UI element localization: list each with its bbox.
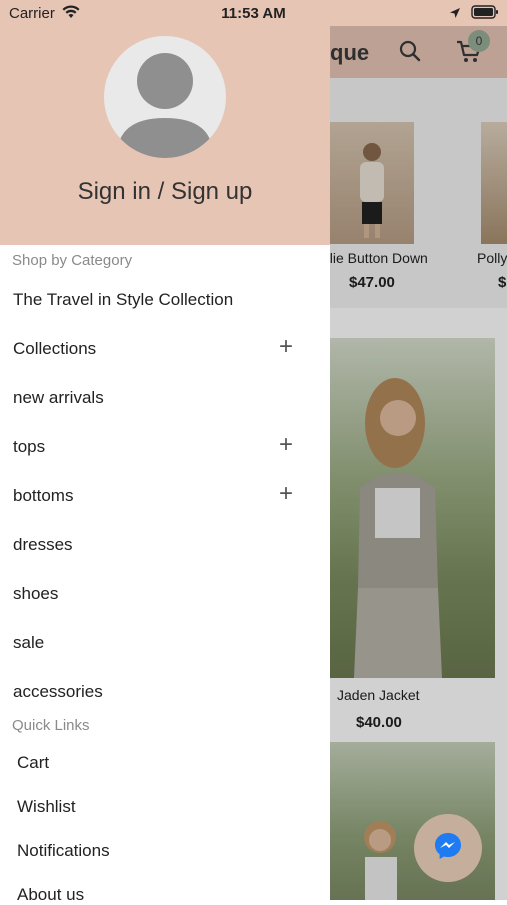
category-dresses[interactable]: dresses [13,535,73,555]
drawer-overlay-scrim[interactable] [330,26,507,900]
messenger-chat-button[interactable] [414,814,482,882]
drawer-header: Sign in / Sign up [0,0,330,245]
quick-link-about-us[interactable]: About us [17,885,84,905]
quick-link-wishlist[interactable]: Wishlist [17,797,76,817]
plus-icon[interactable]: + [279,335,293,359]
plus-icon[interactable]: + [279,433,293,457]
location-arrow-icon [449,6,461,23]
category-new-arrivals[interactable]: new arrivals [13,388,104,408]
quick-link-cart[interactable]: Cart [17,753,49,773]
quick-link-notifications[interactable]: Notifications [17,841,110,861]
battery-icon [471,5,499,23]
status-bar: Carrier 11:53 AM [0,0,507,26]
category-travel-in-style[interactable]: The Travel in Style Collection [13,290,233,310]
category-collections[interactable]: Collections [13,339,96,359]
category-tops[interactable]: tops [13,437,45,457]
category-shoes[interactable]: shoes [13,584,58,604]
messenger-icon [433,831,463,866]
category-accessories[interactable]: accessories [13,682,103,702]
shop-by-category-heading: Shop by Category [12,252,133,269]
quick-links-heading: Quick Links [12,717,90,734]
category-sale[interactable]: sale [13,633,44,653]
navigation-drawer: Sign in / Sign up Shop by Category The T… [0,0,330,904]
sign-in-link[interactable]: Sign in / Sign up [0,178,330,206]
category-bottoms[interactable]: bottoms [13,486,73,506]
plus-icon[interactable]: + [279,482,293,506]
clock: 11:53 AM [221,5,286,22]
user-avatar-icon[interactable] [104,36,226,158]
